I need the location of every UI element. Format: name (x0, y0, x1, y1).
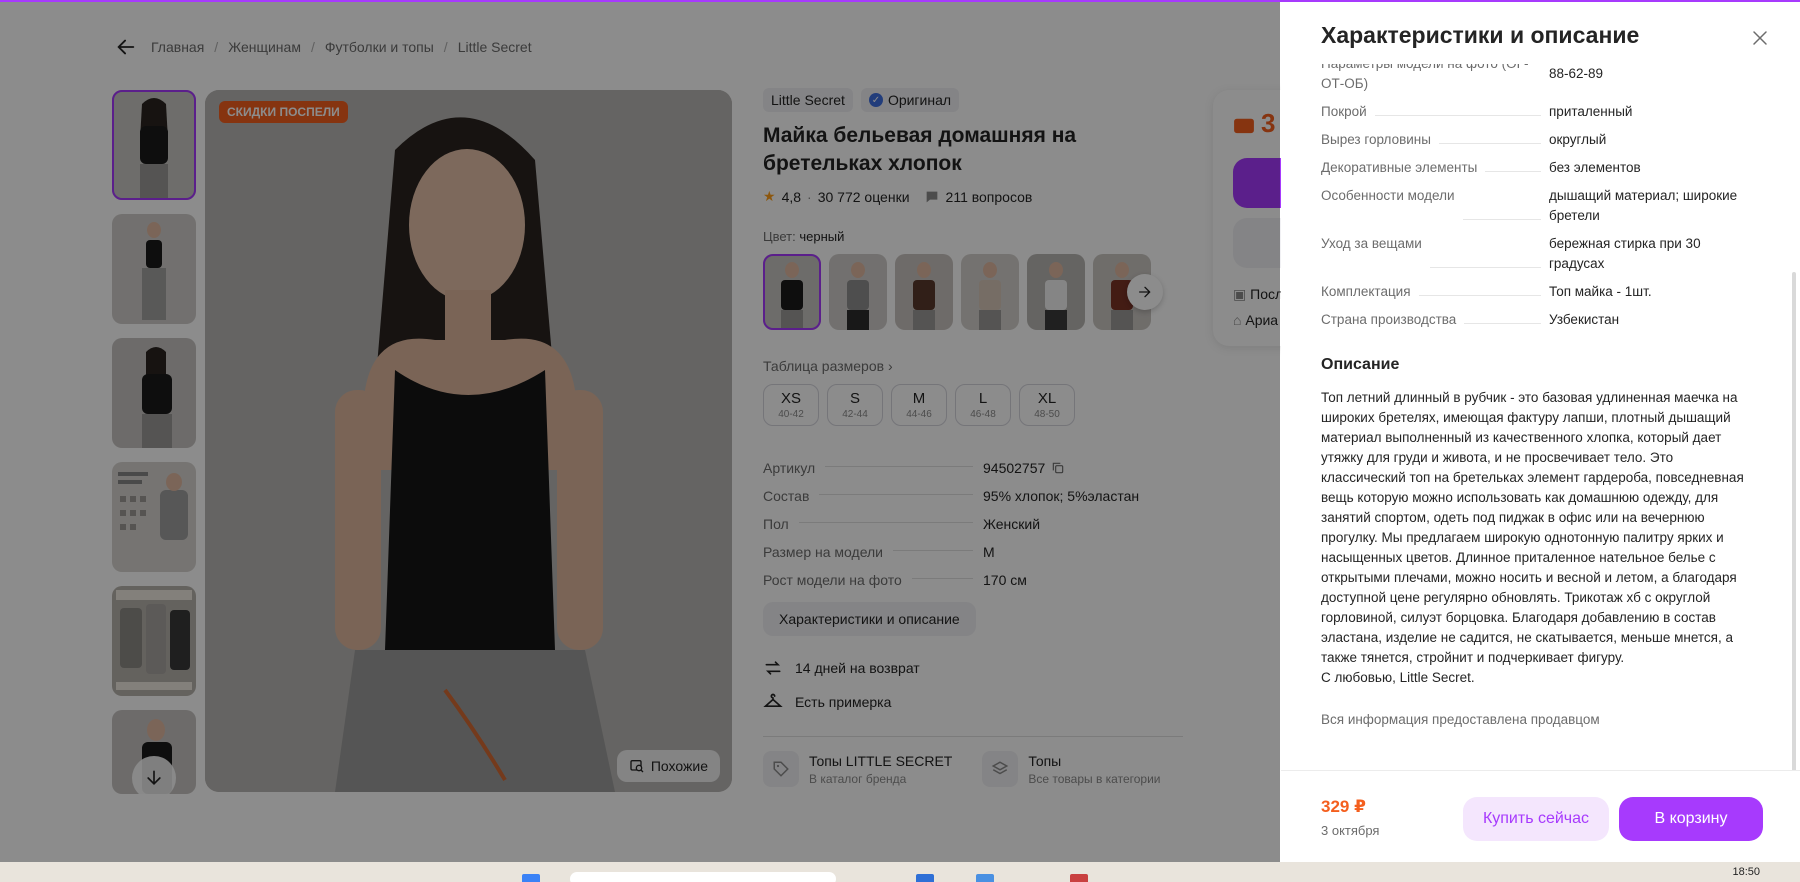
app-icon[interactable] (1070, 874, 1088, 882)
app-icon[interactable] (976, 874, 994, 882)
drawer-title: Характеристики и описание (1321, 22, 1640, 48)
spec-key: Уход за вещами (1321, 236, 1422, 251)
buy-now-button[interactable]: Купить сейчас (1463, 797, 1609, 841)
spec-value: Топ майка - 1шт. (1549, 284, 1652, 299)
spec-row: Страна производства Узбекистан (1321, 310, 1761, 330)
drawer-content[interactable]: Параметры модели на фото (ОГ-ОТ-ОБ) 88-62… (1321, 64, 1761, 769)
modal-overlay[interactable] (0, 2, 1280, 862)
spec-value: приталенный (1549, 104, 1633, 119)
spec-value: бережная стирка при 30 градусах (1549, 236, 1701, 271)
start-icon[interactable] (522, 874, 540, 882)
spec-key: Особенности модели (1321, 188, 1455, 203)
close-icon (1753, 31, 1767, 45)
spec-row: Декоративные элементы без элементов (1321, 158, 1761, 178)
spec-key: Вырез горловины (1321, 132, 1431, 147)
drawer-footer: 329 ₽ 3 октября Купить сейчас В корзину (1281, 770, 1800, 862)
add-to-cart-button[interactable]: В корзину (1619, 797, 1763, 841)
app-icon[interactable] (916, 874, 934, 882)
spec-value: Узбекистан (1549, 312, 1620, 327)
footer-price: 329 ₽ (1321, 797, 1366, 816)
spec-value: округлый (1549, 132, 1607, 147)
os-taskbar: 18:50 (0, 862, 1800, 882)
spec-row: Покрой приталенный (1321, 102, 1761, 122)
spec-row: Параметры модели на фото (ОГ-ОТ-ОБ) 88-62… (1321, 64, 1761, 94)
spec-value: без элементов (1549, 160, 1641, 175)
spec-key: Страна производства (1321, 312, 1457, 327)
description-heading: Описание (1321, 356, 1400, 373)
taskbar-search[interactable] (570, 872, 836, 882)
description-text: Топ летний длинный в рубчик - это базова… (1321, 390, 1744, 685)
product-page: Главная / Женщинам / Футболки и топы / L… (0, 0, 1800, 862)
spec-key: Комплектация (1321, 284, 1411, 299)
spec-value: 88-62-89 (1549, 66, 1604, 81)
drawer-scrollbar[interactable] (1792, 272, 1796, 772)
spec-key: Покрой (1321, 104, 1367, 119)
spec-row: Вырез горловины округлый (1321, 130, 1761, 150)
characteristics-drawer: Характеристики и описание Параметры моде… (1281, 2, 1800, 862)
close-button[interactable] (1748, 26, 1772, 50)
spec-value: дышащий материал; широкие бретели (1549, 188, 1738, 223)
clock: 18:50 (1732, 866, 1760, 878)
spec-key: Параметры модели на фото (ОГ-ОТ-ОБ) (1321, 64, 1528, 91)
spec-key: Декоративные элементы (1321, 160, 1478, 175)
spec-row: Особенности модели дышащий материал; широ… (1321, 186, 1761, 226)
footer-delivery-date: 3 октября (1321, 823, 1380, 838)
spec-row: Комплектация Топ майка - 1шт. (1321, 282, 1761, 302)
spec-row: Уход за вещами бережная стирка при 30 гра… (1321, 234, 1761, 274)
seller-note: Вся информация предоставлена продавцом (1321, 712, 1600, 727)
